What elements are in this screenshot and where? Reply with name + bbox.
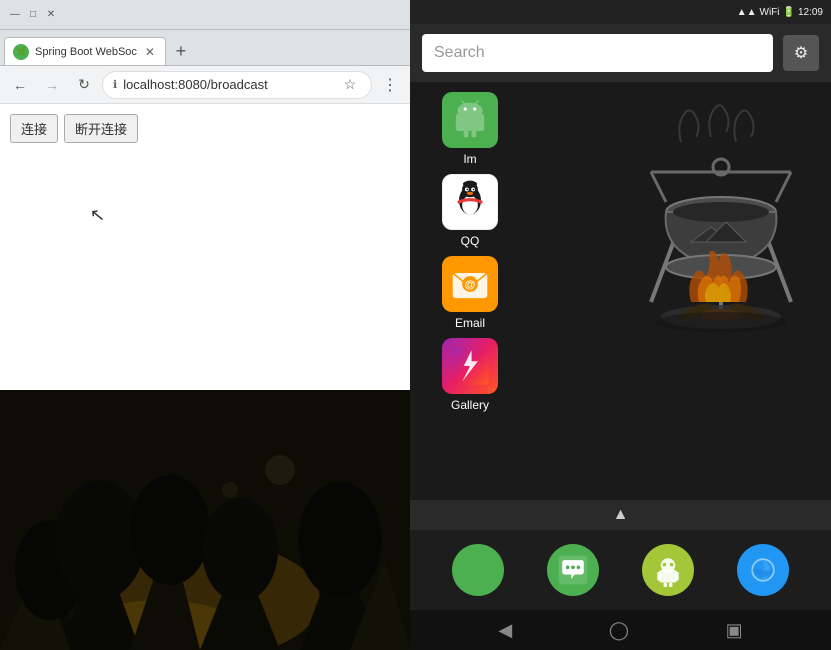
content-area: ↖ [10,155,400,380]
search-input-wrapper[interactable]: Search [422,34,773,72]
browser-menu-button[interactable]: ⋮ [376,71,404,99]
app-item-email[interactable]: @ Email [442,256,498,330]
app-grid: Im [410,82,530,500]
dark-background-area [0,390,410,650]
back-nav-icon[interactable]: ◀ [498,620,512,641]
lock-icon: ℹ [113,78,117,91]
qq-app-icon [442,174,498,230]
im-icon-svg [448,98,492,142]
tab-bar: 🌿 Spring Boot WebSoc ✕ + [0,30,410,66]
android-nav-bar: ◀ ◯ ▣ [410,610,831,650]
dock-contacts-button[interactable] [547,544,599,596]
tab-favicon: 🌿 [13,44,29,60]
address-bar: ← → ↻ ℹ localhost:8080/broadcast ☆ ⋮ [0,66,410,104]
app-item-gallery[interactable]: Gallery [442,338,498,412]
email-app-icon: @ [442,256,498,312]
qq-app-label: QQ [461,234,480,248]
dock-camera-button[interactable] [737,544,789,596]
tab-title: Spring Boot WebSoc [35,46,137,58]
bookmark-button[interactable]: ☆ [339,74,361,96]
qq-icon-svg [448,180,492,224]
gear-icon: ⚙ [794,43,808,63]
email-app-label: Email [455,316,485,330]
android-main-area: Im [410,82,831,500]
window-controls: — □ ✕ [8,8,58,22]
android-panel: ▲▲ WiFi 🔋 12:09 Search ⚙ [410,0,831,650]
email-icon-svg: @ [448,262,492,306]
disconnect-button[interactable]: 断开连接 [64,114,138,143]
app-item-qq[interactable]: QQ [442,174,498,248]
url-bar[interactable]: ℹ localhost:8080/broadcast ☆ [102,71,372,99]
contacts-icon [555,552,591,588]
gallery-icon-svg [448,344,492,388]
left-column: — □ ✕ 🌿 Spring Boot WebSoc ✕ + ← → [0,0,410,650]
tree-silhouette-svg [0,390,410,650]
browser-content: 连接 断开连接 ↖ [0,104,410,390]
camera-icon [745,552,781,588]
minimize-button[interactable]: — [8,8,22,22]
search-placeholder-text: Search [434,44,761,62]
home-nav-icon[interactable]: ◯ [609,620,629,641]
drawer-arrow-icon: ▲ [613,506,629,524]
tab-close-button[interactable]: ✕ [143,45,157,59]
dock-android-button[interactable] [642,544,694,596]
maximize-button[interactable]: □ [26,8,40,22]
android-status-bar: ▲▲ WiFi 🔋 12:09 [410,0,831,24]
svg-text:@: @ [465,279,476,291]
time-display: 12:09 [798,7,823,18]
url-text: localhost:8080/broadcast [123,77,333,92]
android-robot-icon [650,552,686,588]
browser-tab-active[interactable]: 🌿 Spring Boot WebSoc ✕ [4,37,166,65]
settings-button[interactable]: ⚙ [783,35,819,71]
signal-icon: ▲▲ [737,7,757,18]
browser-titlebar: — □ ✕ [0,0,410,30]
wifi-icon: WiFi [760,7,780,18]
recents-nav-icon[interactable]: ▣ [726,620,743,641]
new-tab-button[interactable]: + [166,37,196,65]
app-item-im[interactable]: Im [442,92,498,166]
phone-icon [460,552,496,588]
gallery-app-label: Gallery [451,398,489,412]
button-row: 连接 断开连接 [10,114,400,143]
connect-button[interactable]: 连接 [10,114,58,143]
android-search-bar: Search ⚙ [410,24,831,82]
im-app-label: Im [463,152,476,166]
dock-phone-button[interactable] [452,544,504,596]
reload-button[interactable]: ↻ [70,71,98,99]
im-app-icon [442,92,498,148]
battery-icon: 🔋 [783,7,795,18]
browser-window: — □ ✕ 🌿 Spring Boot WebSoc ✕ + ← → [0,0,410,390]
drawer-handle[interactable]: ▲ [410,500,831,530]
titlebar-left: — □ ✕ [8,8,58,22]
android-dock [410,530,831,610]
status-icons: ▲▲ WiFi 🔋 12:09 [737,7,823,18]
gallery-app-icon [442,338,498,394]
main-layout: — □ ✕ 🌿 Spring Boot WebSoc ✕ + ← → [0,0,831,650]
back-button[interactable]: ← [6,71,34,99]
cauldron-illustration [621,102,821,382]
close-button[interactable]: ✕ [44,8,58,22]
mouse-cursor: ↖ [89,204,106,226]
wallpaper-area [530,82,831,500]
forward-button[interactable]: → [38,71,66,99]
